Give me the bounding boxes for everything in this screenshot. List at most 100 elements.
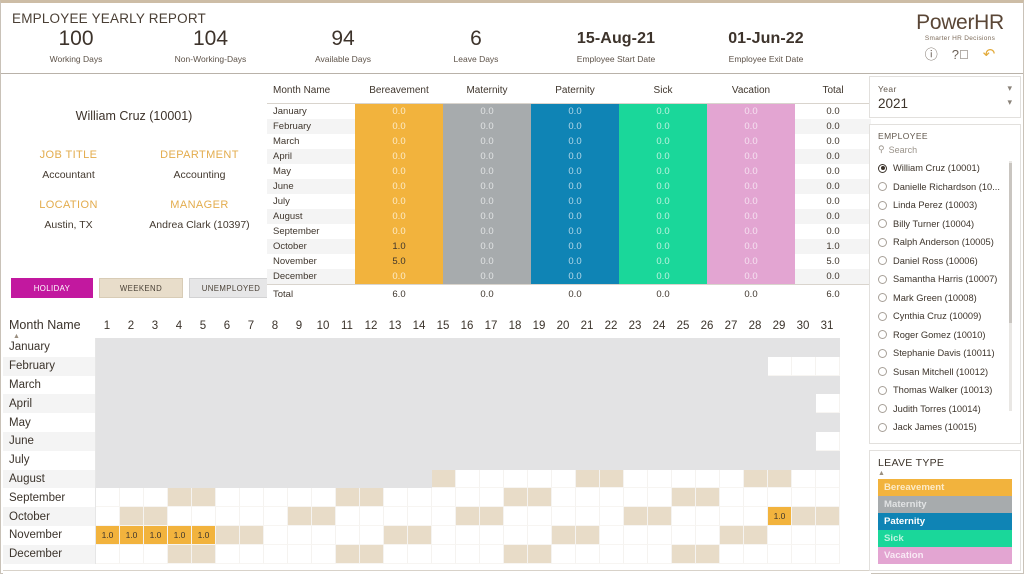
employee-option[interactable]: Linda Perez (10003) (878, 196, 1012, 215)
heatmap-cell-working[interactable] (240, 507, 264, 526)
heatmap-day-header[interactable]: 18 (503, 320, 527, 332)
heatmap-cell-unemployed[interactable] (96, 375, 120, 395)
heatmap-cell-working[interactable] (240, 488, 264, 508)
heatmap-cell-unemployed[interactable] (120, 450, 144, 470)
heatmap-cell-unemployed[interactable] (480, 375, 504, 395)
heatmap-cell-weekend[interactable] (360, 544, 384, 564)
heatmap-cell-unemployed[interactable] (336, 450, 360, 470)
heatmap-cell-unemployed[interactable] (696, 338, 720, 357)
heatmap-day-header[interactable]: 16 (455, 320, 479, 332)
heatmap-cell-unemployed[interactable] (216, 375, 240, 395)
legend-unemployed[interactable]: UNEMPLOYED (189, 278, 273, 298)
heatmap-day-header[interactable]: 25 (671, 320, 695, 332)
heatmap-cell-unemployed[interactable] (720, 375, 744, 395)
heatmap-cell-weekend[interactable] (408, 525, 432, 545)
heatmap-cell-unemployed[interactable] (696, 450, 720, 470)
heatmap-day-header[interactable]: 28 (743, 320, 767, 332)
heatmap-cell-leave[interactable]: 1.0 (96, 525, 120, 545)
heatmap-cell-unemployed[interactable] (384, 413, 408, 432)
heatmap-cell-working[interactable] (648, 488, 672, 508)
heatmap-cell-weekend[interactable] (120, 507, 144, 526)
heatmap-cell-unemployed[interactable] (216, 338, 240, 357)
heatmap-cell-unemployed[interactable] (240, 413, 264, 432)
heatmap-cell-unemployed[interactable] (768, 338, 792, 357)
heatmap-cell-working[interactable] (96, 544, 120, 564)
heatmap-cell-weekend[interactable] (528, 488, 552, 508)
heatmap-cell-working[interactable] (336, 507, 360, 526)
leave-type-option[interactable]: Sick (878, 530, 1012, 547)
heatmap-cell-working[interactable] (552, 544, 576, 564)
heatmap-day-header[interactable]: 6 (215, 320, 239, 332)
heatmap-cell-working[interactable] (456, 469, 480, 489)
heatmap-day-header[interactable]: 13 (383, 320, 407, 332)
heatmap-cell-unemployed[interactable] (264, 356, 288, 376)
table-row[interactable]: May 0.0 0.0 0.0 0.0 0.0 0.0 (267, 164, 871, 179)
heatmap-cell-unemployed[interactable] (264, 338, 288, 357)
heatmap-cell-working[interactable] (816, 469, 840, 489)
heatmap-cell-unemployed[interactable] (528, 338, 552, 357)
radio-icon[interactable] (878, 422, 887, 432)
employee-option[interactable]: Billy Turner (10004) (878, 215, 1012, 234)
heatmap-cell-unemployed[interactable] (696, 356, 720, 376)
heatmap-row-label[interactable]: June (3, 431, 95, 451)
heatmap-cell-unemployed[interactable] (408, 356, 432, 376)
heatmap-cell-unemployed[interactable] (432, 394, 456, 414)
heatmap-cell-unemployed[interactable] (192, 450, 216, 470)
heatmap-cell-unemployed[interactable] (336, 356, 360, 376)
heatmap-cell-unemployed[interactable] (240, 469, 264, 489)
heatmap-day-header[interactable]: 7 (239, 320, 263, 332)
heatmap-cell-unemployed[interactable] (456, 431, 480, 451)
heatmap-cell-unemployed[interactable] (144, 469, 168, 489)
heatmap-cell-weekend[interactable] (648, 507, 672, 526)
heatmap-day-header[interactable]: 3 (143, 320, 167, 332)
heatmap-cell-unemployed[interactable] (576, 394, 600, 414)
heatmap-cell-working[interactable] (312, 488, 336, 508)
heatmap-cell-working[interactable] (576, 544, 600, 564)
heatmap-cell-working[interactable] (744, 544, 768, 564)
heatmap-cell-unemployed[interactable] (288, 431, 312, 451)
heatmap-cell-unemployed[interactable] (624, 375, 648, 395)
heatmap-cell-unemployed[interactable] (240, 375, 264, 395)
heatmap-day-header[interactable]: 21 (575, 320, 599, 332)
employee-option-list[interactable]: William Cruz (10001) Danielle Richardson … (878, 159, 1012, 437)
heatmap-cell-leave[interactable]: 1.0 (144, 525, 168, 545)
heatmap-cell-unemployed[interactable] (792, 413, 816, 432)
heatmap-cell-leave[interactable]: 1.0 (768, 507, 792, 526)
heatmap-cell-unemployed[interactable] (432, 356, 456, 376)
chevron-down-icon[interactable]: ▾ (1007, 83, 1012, 94)
heatmap-cell-weekend[interactable] (336, 488, 360, 508)
employee-option[interactable]: Susan Mitchell (10012) (878, 363, 1012, 382)
heatmap-cell-unemployed[interactable] (360, 431, 384, 451)
heatmap-cell-unemployed[interactable] (504, 394, 528, 414)
heatmap-cell-unemployed[interactable] (672, 375, 696, 395)
radio-icon[interactable] (878, 404, 887, 414)
heatmap-cell-unemployed[interactable] (648, 338, 672, 357)
employee-search-row[interactable]: ⚲ Search (878, 144, 1012, 155)
heatmap-cell-unemployed[interactable] (240, 356, 264, 376)
employee-list-scroll-thumb[interactable] (1009, 163, 1012, 323)
heatmap-cell-working[interactable] (792, 356, 816, 376)
radio-icon[interactable] (878, 385, 887, 395)
heatmap-cell-unemployed[interactable] (408, 338, 432, 357)
col-vacation[interactable]: Vacation (707, 79, 795, 104)
heatmap-cell-unemployed[interactable] (600, 431, 624, 451)
heatmap-cell-weekend[interactable] (672, 544, 696, 564)
heatmap-day-header[interactable]: 2 (119, 320, 143, 332)
heatmap-cell-unemployed[interactable] (552, 431, 576, 451)
employee-option[interactable]: Samantha Harris (10007) (878, 270, 1012, 289)
heatmap-cell-unemployed[interactable] (360, 394, 384, 414)
heatmap-cell-unemployed[interactable] (696, 394, 720, 414)
heatmap-cell-unemployed[interactable] (744, 338, 768, 357)
heatmap-cell-unemployed[interactable] (192, 375, 216, 395)
heatmap-cell-weekend[interactable] (432, 469, 456, 489)
heatmap-cell-weekend[interactable] (144, 507, 168, 526)
heatmap-cell-unemployed[interactable] (504, 375, 528, 395)
heatmap-cell-unemployed[interactable] (744, 356, 768, 376)
heatmap-cell-unemployed[interactable] (240, 394, 264, 414)
leave-type-option-list[interactable]: Bereavement Maternity Paternity Sick Vacatio… (878, 479, 1012, 564)
heatmap-cell-weekend[interactable] (792, 507, 816, 526)
heatmap-cell-unemployed[interactable] (600, 338, 624, 357)
table-row[interactable]: July 0.0 0.0 0.0 0.0 0.0 0.0 (267, 194, 871, 209)
heatmap-cell-weekend[interactable] (360, 488, 384, 508)
heatmap-cell-working[interactable] (384, 507, 408, 526)
